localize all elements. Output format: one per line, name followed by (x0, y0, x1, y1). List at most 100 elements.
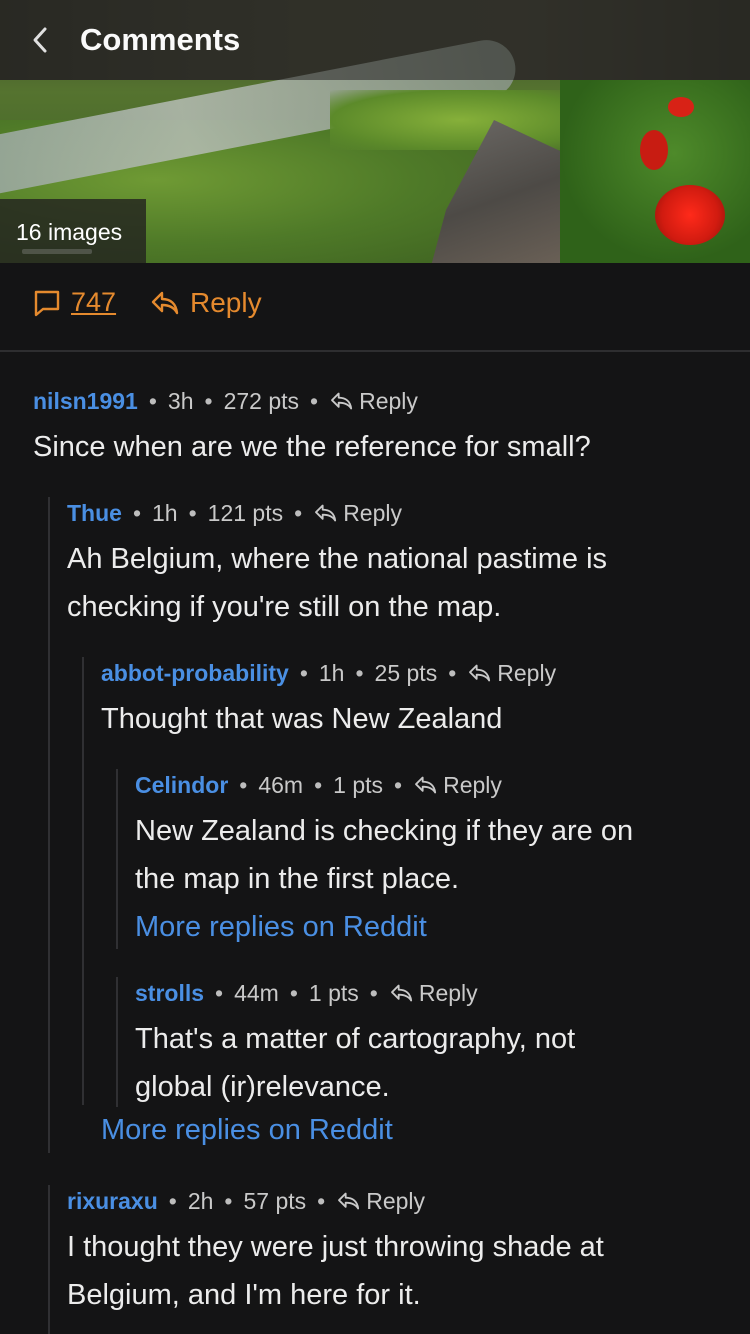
comment-age: 1h (318, 659, 345, 686)
separator-dot: • (294, 499, 303, 526)
comment-count: 747 (71, 287, 117, 317)
comment-author[interactable]: Celindor (135, 772, 228, 799)
separator-dot: • (448, 659, 457, 686)
comment-text-line: the map in the first place. (135, 863, 459, 895)
reply-icon (151, 291, 179, 315)
image-count-caption (22, 249, 92, 254)
separator-dot: • (317, 1187, 326, 1214)
image-vegetation (330, 90, 590, 150)
comment: Thue • 1h • 121 pts • Reply Ah Belgium, … (67, 498, 737, 631)
separator-dot: • (355, 659, 364, 686)
comment-points: 25 pts (374, 659, 438, 686)
comment-age: 3h (167, 387, 194, 414)
comment-body: Thought that was New Zealand (101, 695, 741, 743)
reply-icon (390, 984, 412, 1002)
separator-dot: • (215, 979, 224, 1006)
comment-reply-label: Reply (497, 659, 557, 686)
comment: rixuraxu • 2h • 57 pts • Reply I thought… (67, 1186, 737, 1319)
separator-dot: • (299, 659, 308, 686)
comment-reply-button[interactable]: Reply (467, 660, 556, 687)
post-actions: 747 Reply (0, 263, 750, 352)
comment-meta: Thue • 1h • 121 pts • Reply (67, 498, 737, 528)
separator-dot: • (204, 387, 213, 414)
comment-body: That's a matter of cartography, not glob… (135, 1015, 745, 1111)
comment-meta: abbot-probability • 1h • 25 pts • Reply (101, 658, 741, 688)
comment-points: 272 pts (223, 387, 300, 414)
separator-dot: • (224, 1187, 233, 1214)
comment-text-line: global (ir)relevance. (135, 1071, 390, 1103)
comment: strolls • 44m • 1 pts • Reply That's a m… (135, 978, 745, 1111)
comment-text-line: That's a matter of cartography, not (135, 1023, 576, 1055)
thread-line (48, 1185, 50, 1334)
page-title: Comments (80, 22, 241, 57)
separator-dot: • (168, 1187, 177, 1214)
comment: Celindor • 46m • 1 pts • Reply New Zeala… (135, 770, 745, 951)
comment-reply-label: Reply (418, 979, 478, 1006)
comment-body: New Zealand is checking if they are on t… (135, 807, 745, 903)
top-bar: Comments (0, 0, 750, 80)
comment-points: 57 pts (243, 1187, 307, 1214)
comment-count-link[interactable]: 747 (33, 287, 116, 318)
comment-author[interactable]: strolls (135, 980, 204, 1007)
separator-dot: • (132, 499, 142, 526)
back-button[interactable] (0, 0, 80, 80)
comment-reply-label: Reply (366, 1187, 426, 1214)
comment-age: 46m (258, 771, 304, 798)
comment-meta: Celindor • 46m • 1 pts • Reply (135, 770, 745, 800)
comment-reply-button[interactable]: Reply (329, 388, 418, 415)
image-flower (640, 130, 668, 170)
comment-age: 1h (152, 499, 178, 526)
comment-reply-label: Reply (443, 771, 502, 798)
comment-reply-button[interactable]: Reply (336, 1188, 425, 1215)
comment: abbot-probability • 1h • 25 pts • Reply … (101, 658, 741, 743)
comment-text-line: Since when are we the reference for smal… (33, 431, 591, 463)
image-flower (668, 97, 694, 117)
comment-points: 121 pts (207, 499, 284, 526)
image-flower (655, 185, 725, 245)
separator-dot: • (239, 771, 248, 798)
comment: nilsn1991 • 3h • 272 pts • Reply Since w… (33, 386, 733, 471)
image-foliage (560, 80, 750, 263)
separator-dot: • (148, 387, 157, 414)
comment-meta: strolls • 44m • 1 pts • Reply (135, 978, 745, 1008)
comment-reply-label: Reply (343, 499, 402, 526)
comment-reply-button[interactable]: Reply (389, 980, 478, 1007)
comment-reply-label: Reply (359, 387, 418, 414)
comment-age: 44m (234, 979, 279, 1006)
comment-text-line: Belgium, and I'm here for it. (67, 1279, 421, 1311)
reply-icon (415, 776, 437, 794)
comment-text-line: Ah Belgium, where the national pastime i… (67, 543, 608, 575)
comment-reply-button[interactable]: Reply (413, 772, 502, 799)
separator-dot: • (394, 771, 403, 798)
thread-line (82, 657, 84, 1105)
comment-body: Ah Belgium, where the national pastime i… (67, 535, 737, 631)
more-replies-link[interactable]: More replies on Reddit (135, 903, 745, 951)
post-reply-label: Reply (190, 287, 262, 318)
separator-dot: • (188, 499, 197, 526)
comment-points: 1 pts (308, 979, 359, 1006)
separator-dot: • (310, 387, 319, 414)
chevron-left-icon (33, 27, 47, 53)
comment-age: 2h (187, 1187, 214, 1214)
comment-author[interactable]: abbot-probability (101, 660, 289, 687)
separator-dot: • (369, 979, 378, 1006)
comment-text-line: I thought they were just throwing shade … (67, 1231, 604, 1263)
more-replies-link[interactable]: More replies on Reddit (101, 1106, 393, 1154)
thread-line (116, 769, 118, 949)
comment-text-line: Thought that was New Zealand (101, 703, 503, 735)
post-reply-button[interactable]: Reply (150, 287, 262, 319)
comment-meta: rixuraxu • 2h • 57 pts • Reply (67, 1186, 737, 1216)
thread-line (48, 497, 50, 1153)
separator-dot: • (314, 771, 323, 798)
comment-author[interactable]: rixuraxu (67, 1188, 158, 1215)
comment-author[interactable]: nilsn1991 (33, 388, 138, 415)
comment-text-line: checking if you're still on the map. (67, 591, 502, 623)
image-count-badge[interactable]: 16 images (0, 199, 146, 263)
comment-reply-button[interactable]: Reply (313, 500, 402, 527)
comment-author[interactable]: Thue (67, 500, 122, 527)
thread-line (116, 977, 118, 1107)
separator-dot: • (289, 979, 298, 1006)
reply-icon (331, 392, 353, 410)
reply-icon (338, 1192, 360, 1210)
image-count-label: 16 images (16, 219, 123, 245)
